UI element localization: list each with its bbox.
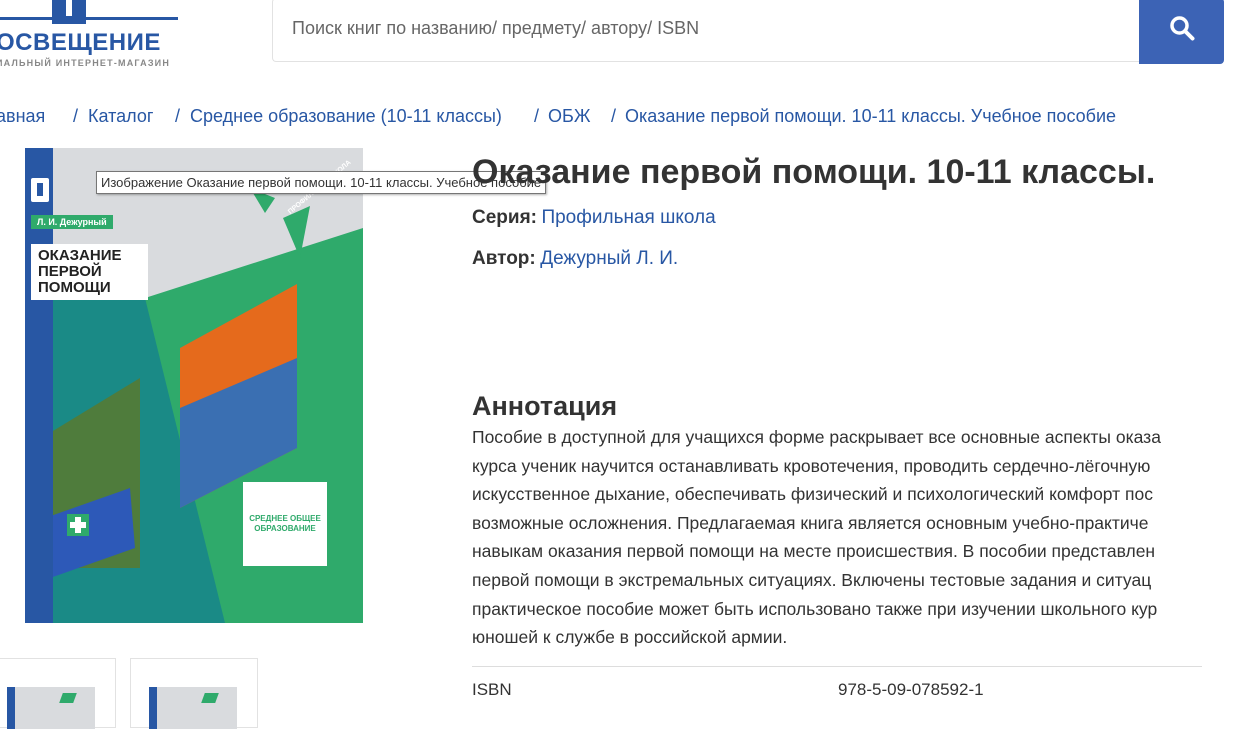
annotation-heading: Аннотация <box>472 391 618 421</box>
thumbnail-image <box>149 687 237 729</box>
series-label: Серия: <box>472 207 537 228</box>
cover-edu-level: СРЕДНЕЕ ОБЩЕЕ ОБРАЗОВАНИЕ <box>249 514 321 533</box>
logo-divider <box>0 17 178 20</box>
series-link[interactable]: Профильная школа <box>541 207 715 228</box>
cover-author: Л. И. Дежурный <box>31 215 113 229</box>
book-title: Оказание первой помощи. 10-11 классы. <box>472 153 1156 191</box>
annotation-line: практическое пособие может быть использо… <box>472 599 1158 619</box>
breadcrumb-obzh[interactable]: ОБЖ <box>548 105 590 127</box>
author-label: Автор: <box>472 248 536 269</box>
isbn-label: ISBN <box>472 680 512 699</box>
author-row: Автор: Дежурный Л. И. <box>472 248 678 270</box>
breadcrumb-separator: / <box>175 106 181 126</box>
annotation-line: искусственное дыхание, обеспечивать физи… <box>472 484 1153 504</box>
series-row: Серия: Профильная школа <box>472 207 716 229</box>
logo-subtitle: ИАЛЬНЫЙ ИНТЕРНЕТ-МАГАЗИН <box>0 58 171 68</box>
thumbnail-1[interactable] <box>0 658 116 729</box>
search-input[interactable] <box>292 6 1122 50</box>
annotation-line: Пособие в доступной для учащихся форме р… <box>472 427 1161 447</box>
annotation-line: возможные осложнения. Предлагаемая книга… <box>472 513 1149 533</box>
breadcrumb-separator: / <box>73 106 79 126</box>
annotation-line: курса ученик научится останавливать кров… <box>472 456 1151 476</box>
breadcrumb-catalog[interactable]: Каталог <box>88 105 153 127</box>
search-icon <box>1170 16 1195 41</box>
logo-title[interactable]: ОСВЕЩЕНИЕ <box>0 28 161 58</box>
breadcrumb-current-book: Оказание первой помощи. 10-11 классы. Уч… <box>625 106 1117 126</box>
search-button[interactable] <box>1139 0 1224 64</box>
annotation-line: навыкам оказания первой помощи на месте … <box>472 541 1156 561</box>
cover-title: ОКАЗАНИЕ ПЕРВОЙ ПОМОЩИ <box>31 244 148 300</box>
breadcrumb-separator: / <box>534 106 540 126</box>
isbn-value: 978-5-09-078592-1 <box>838 680 984 699</box>
logo-shield-icon[interactable] <box>52 0 86 24</box>
publisher-logo-icon <box>31 178 49 202</box>
book-cover-image[interactable]: Л. И. Дежурный ОКАЗАНИЕ ПЕРВОЙ ПОМОЩИ ПР… <box>25 148 363 623</box>
annotation-line: первой помощи в экстремальных ситуациях.… <box>472 570 1152 590</box>
thumbnail-2[interactable] <box>130 658 258 729</box>
annotation-line: юношей к службе в российской армии. <box>472 627 788 647</box>
breadcrumb-home[interactable]: авная <box>0 105 45 127</box>
breadcrumb-secondary-education[interactable]: Среднее образование (10-11 классы) <box>190 105 502 127</box>
author-link[interactable]: Дежурный Л. И. <box>540 248 678 269</box>
specs-divider <box>472 666 1202 667</box>
breadcrumb-separator: / <box>611 106 617 126</box>
thumbnail-image <box>7 687 95 729</box>
